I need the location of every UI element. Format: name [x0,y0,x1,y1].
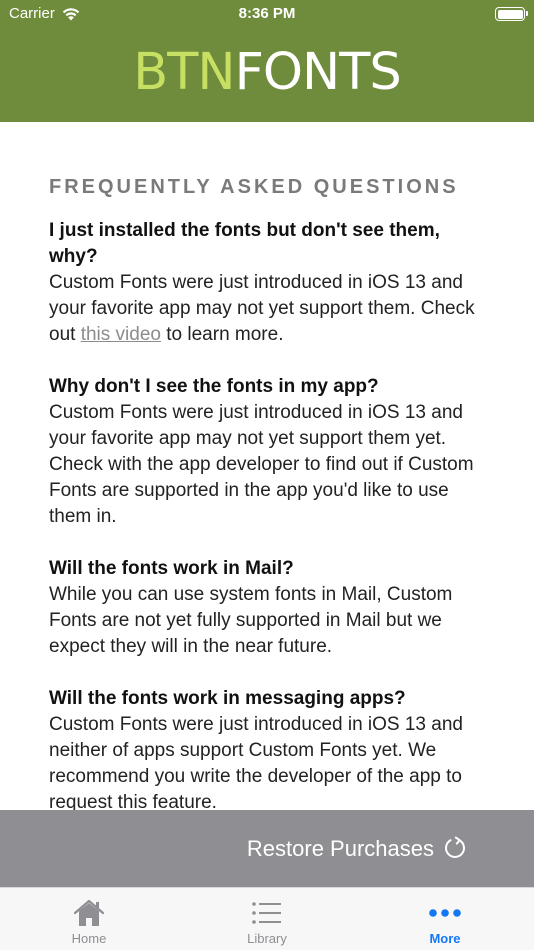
faq-content[interactable]: FREQUENTLY ASKED QUESTIONS I just instal… [0,122,534,810]
video-link[interactable]: this video [81,324,161,345]
faq-answer: Custom Fonts were just introduced in iOS… [49,714,463,810]
faq-answer: While you can use system fonts in Mail, … [49,584,453,657]
faq-question: Why don't I see the fonts in my app? [49,376,379,397]
faq-item: I just installed the fonts but don't see… [49,218,489,348]
app-logo: BTNFONTS [0,45,534,101]
faq-answer-text: to learn more. [160,324,284,345]
tab-library[interactable]: Library [178,888,356,950]
logo-btn-text: BTN [133,43,235,102]
faq-heading: FREQUENTLY ASKED QUESTIONS [49,176,459,198]
faq-item: Will the fonts work in messaging apps? C… [49,686,489,810]
tab-more[interactable]: More [356,888,534,950]
logo-fonts-text: FONTS [234,43,402,102]
faq-item: Why don't I see the fonts in my app? Cus… [49,374,489,530]
home-icon [71,897,107,929]
faq-list: I just installed the fonts but don't see… [49,218,489,810]
status-time: 8:36 PM [238,5,296,22]
faq-answer: Custom Fonts were just introduced in iOS… [49,402,474,527]
status-bar: Carrier 8:36 PM [0,0,534,30]
tab-library-label: Library [247,931,287,946]
restore-purchases-button[interactable]: Restore Purchases [0,810,534,887]
refresh-icon [445,836,465,858]
tab-home-label: Home [71,931,107,946]
faq-question: Will the fonts work in Mail? [49,558,294,579]
more-dots-icon [427,897,463,929]
faq-answer: Custom Fonts were just introduced in iOS… [49,270,489,348]
tab-more-label: More [429,931,461,946]
list-icon [249,897,285,929]
faq-question: I just installed the fonts but don't see… [49,220,440,267]
tab-bar: Home Library More [0,887,534,950]
restore-purchases-label: Restore Purchases [246,836,434,861]
faq-item: Will the fonts work in Mail? While you c… [49,556,489,660]
faq-question: Will the fonts work in messaging apps? [49,688,406,709]
app-header: Carrier 8:36 PM BTNFONTS [0,0,534,122]
tab-home[interactable]: Home [0,888,178,950]
battery-icon [495,7,528,21]
